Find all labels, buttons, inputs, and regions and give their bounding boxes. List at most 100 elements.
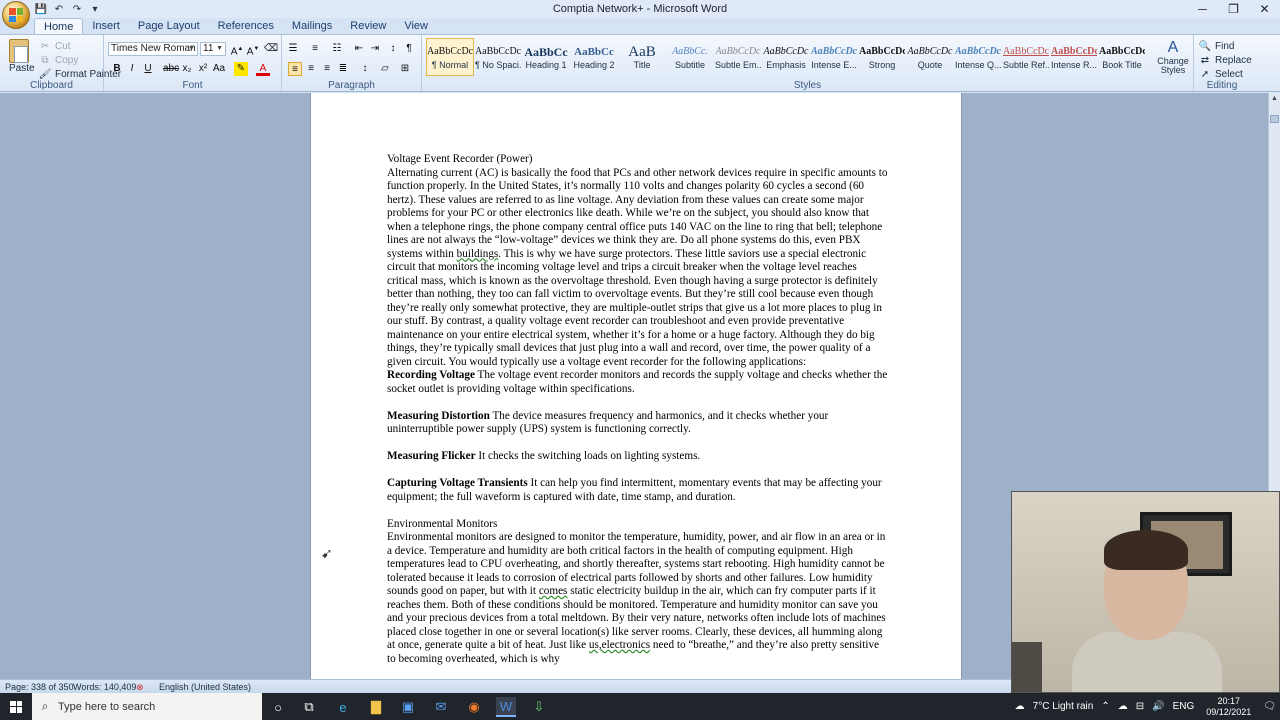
- shrink-font-icon[interactable]: A▼: [246, 42, 260, 57]
- font-color-icon[interactable]: A: [256, 62, 270, 76]
- replace-button[interactable]: ⇄ Replace: [1198, 53, 1252, 67]
- style-subtitle[interactable]: AaBbCc. Subtitle: [666, 38, 714, 76]
- grow-font-icon[interactable]: A▲: [230, 42, 244, 57]
- style-heading-2[interactable]: AaBbCc Heading 2: [570, 38, 618, 76]
- decrease-indent-icon[interactable]: ⇤: [352, 42, 366, 56]
- style-heading-1[interactable]: AaBbCc Heading 1: [522, 38, 570, 76]
- minimize-button[interactable]: ─: [1187, 0, 1218, 18]
- change-styles-button[interactable]: A Change Styles: [1154, 39, 1192, 75]
- cut-button[interactable]: ✂ Cut: [38, 39, 71, 53]
- style-title[interactable]: AaB Title: [618, 38, 666, 76]
- style-intense-reference[interactable]: AaBbCcDc Intense R...: [1050, 38, 1098, 76]
- find-label: Find: [1215, 40, 1235, 52]
- borders-icon[interactable]: ⊞: [398, 62, 412, 76]
- subscript-icon[interactable]: x₂: [180, 62, 194, 76]
- italic-icon[interactable]: I: [125, 62, 139, 76]
- taskbar-search[interactable]: ⌕ Type here to search: [32, 693, 262, 720]
- scrollbar-thumb[interactable]: [1270, 115, 1279, 123]
- tab-references[interactable]: References: [209, 18, 283, 34]
- bullets-icon[interactable]: ☰: [286, 42, 300, 56]
- align-center-icon[interactable]: ≡: [304, 62, 318, 76]
- clock[interactable]: 20:17 09/12/2021: [1202, 696, 1255, 718]
- network-icon[interactable]: ⊟: [1136, 701, 1144, 712]
- restore-button[interactable]: ❐: [1218, 0, 1249, 18]
- line-spacing-icon[interactable]: ↕: [358, 62, 372, 76]
- align-right-icon[interactable]: ≡: [320, 62, 334, 76]
- language-indicator[interactable]: English (United States): [159, 682, 251, 692]
- list-item: Measuring Distortion The device measures…: [387, 410, 889, 437]
- page-count[interactable]: Page: 338 of 350: [5, 682, 74, 692]
- style-sample: AaBbCcDc: [715, 46, 761, 57]
- copy-button[interactable]: ⧉ Copy: [38, 53, 78, 67]
- weather-text[interactable]: 7°C Light rain: [1033, 701, 1094, 712]
- change-case-icon[interactable]: Aa: [212, 62, 226, 76]
- style-name: Intense R...: [1051, 60, 1097, 70]
- bold-icon[interactable]: B: [110, 62, 124, 76]
- highlight-icon[interactable]: ✎: [234, 62, 248, 76]
- style-quote[interactable]: AaBbCcDc Quote: [906, 38, 954, 76]
- tab-mailings[interactable]: Mailings: [283, 18, 341, 34]
- word-count[interactable]: Words: 140,409: [73, 682, 136, 692]
- start-button[interactable]: [0, 693, 32, 720]
- style-subtle-reference[interactable]: AaBbCcDc Subtle Ref...: [1002, 38, 1050, 76]
- editing-label: Editing: [1206, 80, 1238, 91]
- grammar-flag[interactable]: comes: [539, 585, 568, 597]
- paste-button[interactable]: Paste: [9, 63, 35, 74]
- grammar-flag[interactable]: us,electronics: [589, 639, 650, 651]
- close-button[interactable]: ✕: [1249, 0, 1280, 18]
- file-explorer-icon[interactable]: ▇: [366, 697, 386, 717]
- edge-icon[interactable]: e: [333, 697, 353, 717]
- increase-indent-icon[interactable]: ⇥: [368, 42, 382, 56]
- tab-view[interactable]: View: [395, 18, 437, 34]
- style-sample: AaBbCc: [524, 45, 568, 59]
- numbering-icon[interactable]: ≡: [308, 42, 322, 56]
- font-size-combo[interactable]: 11 ▼: [200, 42, 226, 56]
- tab-page-layout[interactable]: Page Layout: [129, 18, 209, 34]
- document-text[interactable]: Voltage Event Recorder (Power) Alternati…: [387, 153, 889, 666]
- shading-icon[interactable]: ▱: [378, 62, 392, 76]
- style-normal[interactable]: AaBbCcDc ¶ Normal: [426, 38, 474, 76]
- language-indicator-tray[interactable]: ENG: [1173, 701, 1195, 712]
- recorder-icon[interactable]: ⇩: [529, 697, 549, 717]
- volume-icon[interactable]: 🔊: [1152, 701, 1164, 712]
- office-button[interactable]: [2, 1, 30, 29]
- style-book-title[interactable]: AaBbCcDc Book Title: [1098, 38, 1146, 76]
- proofing-icon[interactable]: ⊗: [136, 682, 144, 693]
- clear-formatting-icon[interactable]: ⌫: [264, 42, 278, 56]
- cortana-icon[interactable]: ○: [268, 697, 288, 717]
- style-intense-emphasis[interactable]: AaBbCcDc Intense E...: [810, 38, 858, 76]
- sort-icon[interactable]: ↕: [386, 42, 400, 56]
- paste-icon[interactable]: [9, 39, 29, 63]
- mail-icon[interactable]: ✉: [431, 697, 451, 717]
- grammar-flag[interactable]: buildings: [457, 248, 499, 260]
- pilcrow-icon[interactable]: ¶: [402, 42, 416, 56]
- justify-icon[interactable]: ≣: [336, 62, 350, 76]
- store-icon[interactable]: ▣: [398, 697, 418, 717]
- style-intense-quote[interactable]: AaBbCcDc Intense Q...: [954, 38, 1002, 76]
- style-emphasis[interactable]: AaBbCcDc Emphasis: [762, 38, 810, 76]
- underline-icon[interactable]: U: [141, 62, 155, 76]
- style-subtle-emphasis[interactable]: AaBbCcDc Subtle Em...: [714, 38, 762, 76]
- superscript-icon[interactable]: x²: [196, 62, 210, 76]
- tab-home[interactable]: Home: [34, 18, 84, 34]
- multilevel-list-icon[interactable]: ☷: [330, 42, 344, 56]
- weather-icon[interactable]: ☁: [1015, 701, 1025, 712]
- style-strong[interactable]: AaBbCcDc Strong: [858, 38, 906, 76]
- font-name-combo[interactable]: Times New Roman ▼: [108, 42, 198, 56]
- word-taskbar-icon[interactable]: W: [496, 697, 516, 717]
- item-title: Capturing Voltage Transients: [387, 477, 528, 489]
- scroll-up-icon[interactable]: ▲: [1269, 95, 1280, 105]
- strikethrough-icon[interactable]: abc: [163, 62, 179, 76]
- notifications-icon[interactable]: 🗨: [1263, 701, 1276, 712]
- show-hidden-icons[interactable]: ⌃: [1101, 701, 1109, 712]
- document-page[interactable]: Voltage Event Recorder (Power) Alternati…: [310, 93, 962, 679]
- style-no-spacing[interactable]: AaBbCcDc ¶ No Spaci...: [474, 38, 522, 76]
- tab-review[interactable]: Review: [341, 18, 395, 34]
- onedrive-icon[interactable]: ☁: [1118, 701, 1128, 712]
- task-view-icon[interactable]: ⧉: [299, 697, 319, 717]
- select-button[interactable]: ➚ Select: [1198, 67, 1243, 81]
- firefox-icon[interactable]: ◉: [464, 697, 484, 717]
- find-button[interactable]: 🔍 Find: [1198, 39, 1235, 53]
- align-left-icon[interactable]: ≡: [288, 62, 302, 76]
- tab-insert[interactable]: Insert: [83, 18, 129, 34]
